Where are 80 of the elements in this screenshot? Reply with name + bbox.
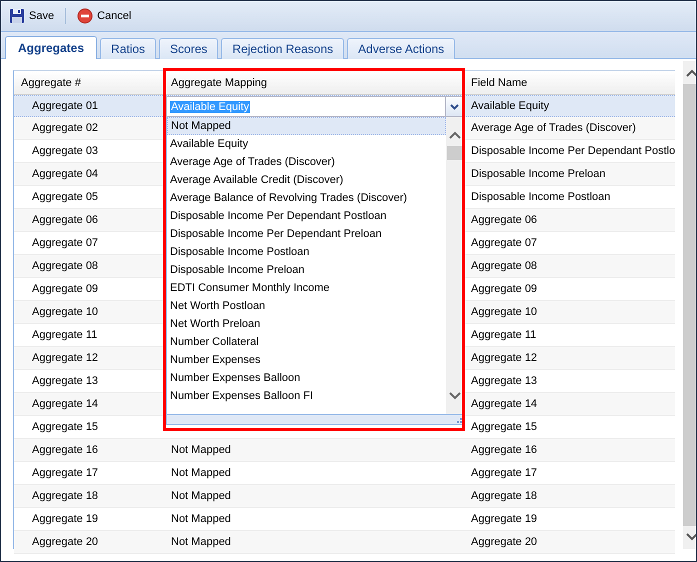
table-cell: Aggregate 06: [32, 214, 98, 226]
table-cell: Aggregate 13: [471, 375, 538, 387]
scroll-up-icon[interactable]: [686, 69, 696, 78]
table-cell: Not Mapped: [171, 536, 231, 548]
table-cell: Aggregate 04: [32, 168, 98, 180]
table-cell: Aggregate 18: [32, 490, 98, 502]
dropdown-option[interactable]: Available Equity: [167, 135, 446, 153]
table-cell: Average Age of Trades (Discover): [471, 122, 636, 134]
table-cell: Aggregate 11: [471, 329, 536, 341]
chevron-down-icon: [450, 104, 459, 110]
table-cell: Aggregate 02: [32, 122, 98, 134]
tab[interactable]: Rejection Reasons: [221, 38, 344, 59]
table-cell: Available Equity: [471, 100, 550, 112]
scrollbar-thumb[interactable]: [447, 146, 462, 160]
column-header[interactable]: Field Name: [464, 76, 676, 88]
dropdown-option[interactable]: Number Collateral: [167, 333, 446, 351]
table-cell: Aggregate 13: [32, 375, 98, 387]
table-cell: Aggregate 17: [471, 467, 538, 479]
dropdown-option[interactable]: Number Expenses Balloon FI: [167, 387, 446, 405]
tab[interactable]: Aggregates: [5, 36, 98, 59]
table-cell: Aggregate 16: [471, 444, 538, 456]
tab[interactable]: Ratios: [100, 38, 156, 59]
table-cell: Aggregate 15: [32, 421, 98, 433]
dropdown-option[interactable]: EDTI Consumer Monthly Income: [167, 279, 446, 297]
table-cell: Disposable Income Postloan: [471, 191, 610, 203]
table-cell: Aggregate 06: [471, 214, 538, 226]
dropdown-option[interactable]: Net Worth Postloan: [167, 297, 446, 315]
table-cell: Disposable Income Per Dependant Postlo: [471, 145, 676, 157]
tab[interactable]: Adverse Actions: [347, 38, 456, 59]
table-cell: Not Mapped: [171, 513, 231, 525]
dropdown-option[interactable]: Disposable Income Preloan: [167, 261, 446, 279]
table-cell: Aggregate 03: [32, 145, 98, 157]
table-cell: Aggregate 20: [471, 536, 538, 548]
dropdown-option[interactable]: Disposable Income Per Dependant Postloan: [167, 207, 446, 225]
table-cell: Aggregate 20: [32, 536, 98, 548]
scroll-down-icon[interactable]: [448, 391, 460, 400]
table-cell: Aggregate 18: [471, 490, 538, 502]
dropdown-option[interactable]: Number Expenses: [167, 351, 446, 369]
dropdown-option[interactable]: Number Expenses Balloon: [167, 369, 446, 387]
table-cell: Aggregate 09: [471, 283, 538, 295]
table-cell: Aggregate 11: [32, 329, 98, 341]
table-cell: Aggregate 17: [32, 467, 98, 479]
table-cell: Disposable Income Preloan: [471, 168, 606, 180]
table-cell: Aggregate 07: [32, 237, 98, 249]
scroll-down-icon[interactable]: [686, 532, 696, 541]
tab[interactable]: Scores: [159, 38, 218, 59]
table-cell: Aggregate 19: [471, 513, 538, 525]
table-cell: Aggregate 15: [471, 421, 538, 433]
scroll-up-icon[interactable]: [448, 131, 460, 140]
column-header[interactable]: Aggregate #: [14, 76, 164, 88]
table-cell: Aggregate 09: [32, 283, 98, 295]
dropdown-option[interactable]: Net Worth Preloan: [167, 315, 446, 333]
scrollbar[interactable]: [683, 61, 696, 549]
table-cell: Aggregate 14: [471, 398, 538, 410]
table-cell: Aggregate 10: [32, 306, 98, 318]
save-button[interactable]: Save: [5, 6, 58, 26]
table-cell: Aggregate 14: [32, 398, 98, 410]
table-cell: Aggregate 01: [32, 100, 98, 112]
resize-grip-icon[interactable]: [455, 418, 463, 424]
dropdown-option[interactable]: Not Mapped: [167, 117, 446, 135]
table-cell: Aggregate 16: [32, 444, 98, 456]
table-cell: Not Mapped: [171, 444, 231, 456]
dropdown-option[interactable]: Average Age of Trades (Discover): [167, 153, 446, 171]
table-cell: Aggregate 10: [471, 306, 538, 318]
cancel-icon: [77, 8, 94, 24]
table-cell: Aggregate 08: [32, 260, 98, 272]
dropdown-option[interactable]: Average Balance of Revolving Trades (Discover): [167, 189, 446, 207]
dropdown-option[interactable]: Disposable Income Postloan: [167, 243, 446, 261]
dropdown-option[interactable]: Disposable Income Per Dependant Preloan: [167, 225, 446, 243]
column-header[interactable]: Aggregate Mapping: [164, 76, 464, 88]
table-cell: Aggregate 19: [32, 513, 98, 525]
table-cell: Aggregate 12: [471, 352, 538, 364]
table-cell: Aggregate 12: [32, 352, 98, 364]
table-cell: Not Mapped: [171, 467, 231, 479]
table-cell: Aggregate 07: [471, 237, 538, 249]
table-cell: Aggregate 05: [32, 191, 98, 203]
dropdown-option[interactable]: Average Available Credit (Discover): [167, 171, 446, 189]
table-cell: Aggregate 08: [471, 260, 538, 272]
cancel-button[interactable]: Cancel: [73, 6, 136, 26]
table-cell: Not Mapped: [171, 490, 231, 502]
